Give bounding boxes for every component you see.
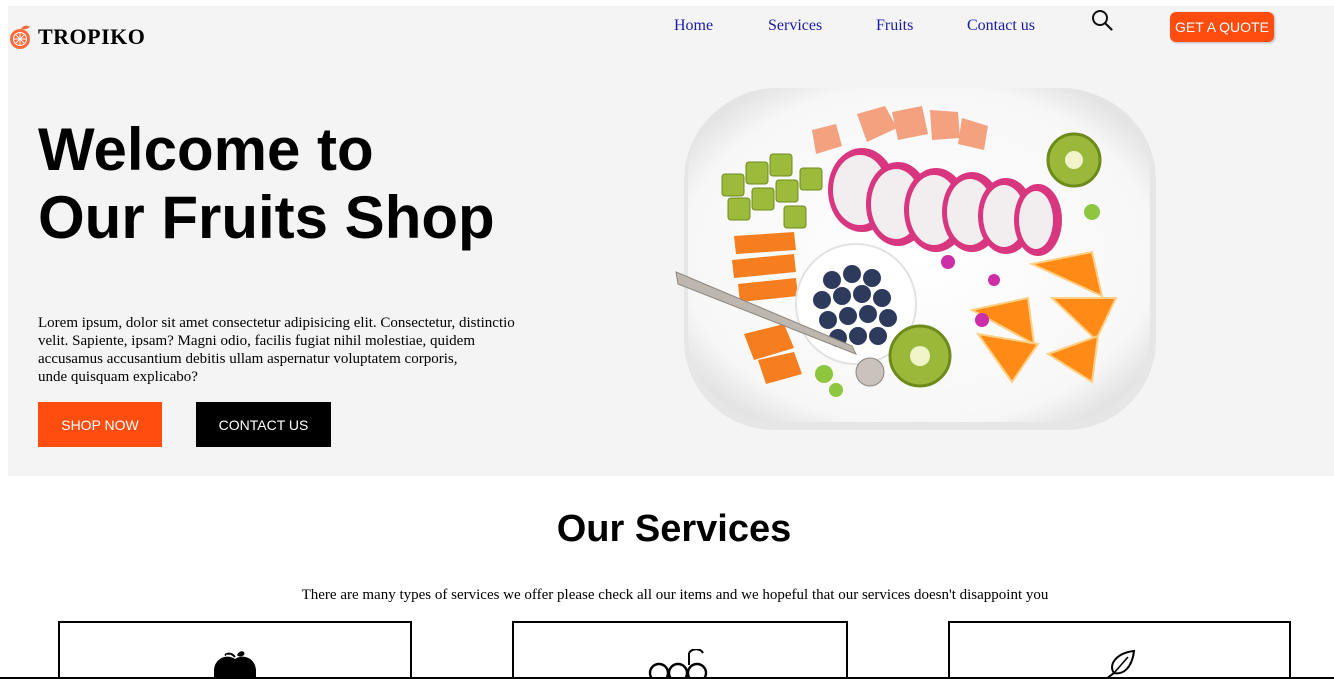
nav-contact-link[interactable]: Contact us [967,17,1035,35]
get-quote-button[interactable]: GET A QUOTE [1170,12,1274,42]
search-icon[interactable] [1091,9,1113,31]
hero-title-line2: Our Fruits Shop [38,184,495,251]
services-title: Our Services [556,508,792,550]
nav-fruits-link[interactable]: Fruits [876,17,913,35]
hero-title-line1: Welcome to [38,116,374,183]
fruit-plate-image [675,88,1156,430]
contact-us-button[interactable]: CONTACT US [196,402,331,447]
leaf-icon [1104,649,1135,679]
nav-services-link[interactable]: Services [768,17,822,35]
hero-title: Welcome to Our Fruits Shop [38,116,598,252]
shop-now-button[interactable]: SHOP NOW [38,402,162,447]
hero-description: Lorem ipsum, dolor sit amet consectetur … [38,314,553,386]
service-card-1[interactable] [58,621,412,679]
services-subtitle: There are many types of services we offe… [301,587,1049,603]
main-nav: Home Services Fruits Contact us [0,17,1334,37]
hero-desc-line1: Lorem ipsum, dolor sit amet consectetur … [38,315,515,331]
hero-desc-line4: unde quisquam explicabo? [38,369,198,385]
service-card-3[interactable] [948,621,1291,679]
grapes-icon [648,649,708,679]
service-card-2[interactable] [512,621,848,679]
hero-desc-line3: accusamus accusantium debitis ullam aspe… [38,351,458,367]
hero-desc-line2: velit. Sapiente, ipsam? Magni odio, faci… [38,333,475,349]
nav-home-link[interactable]: Home [674,17,713,35]
apple-icon [214,651,256,679]
